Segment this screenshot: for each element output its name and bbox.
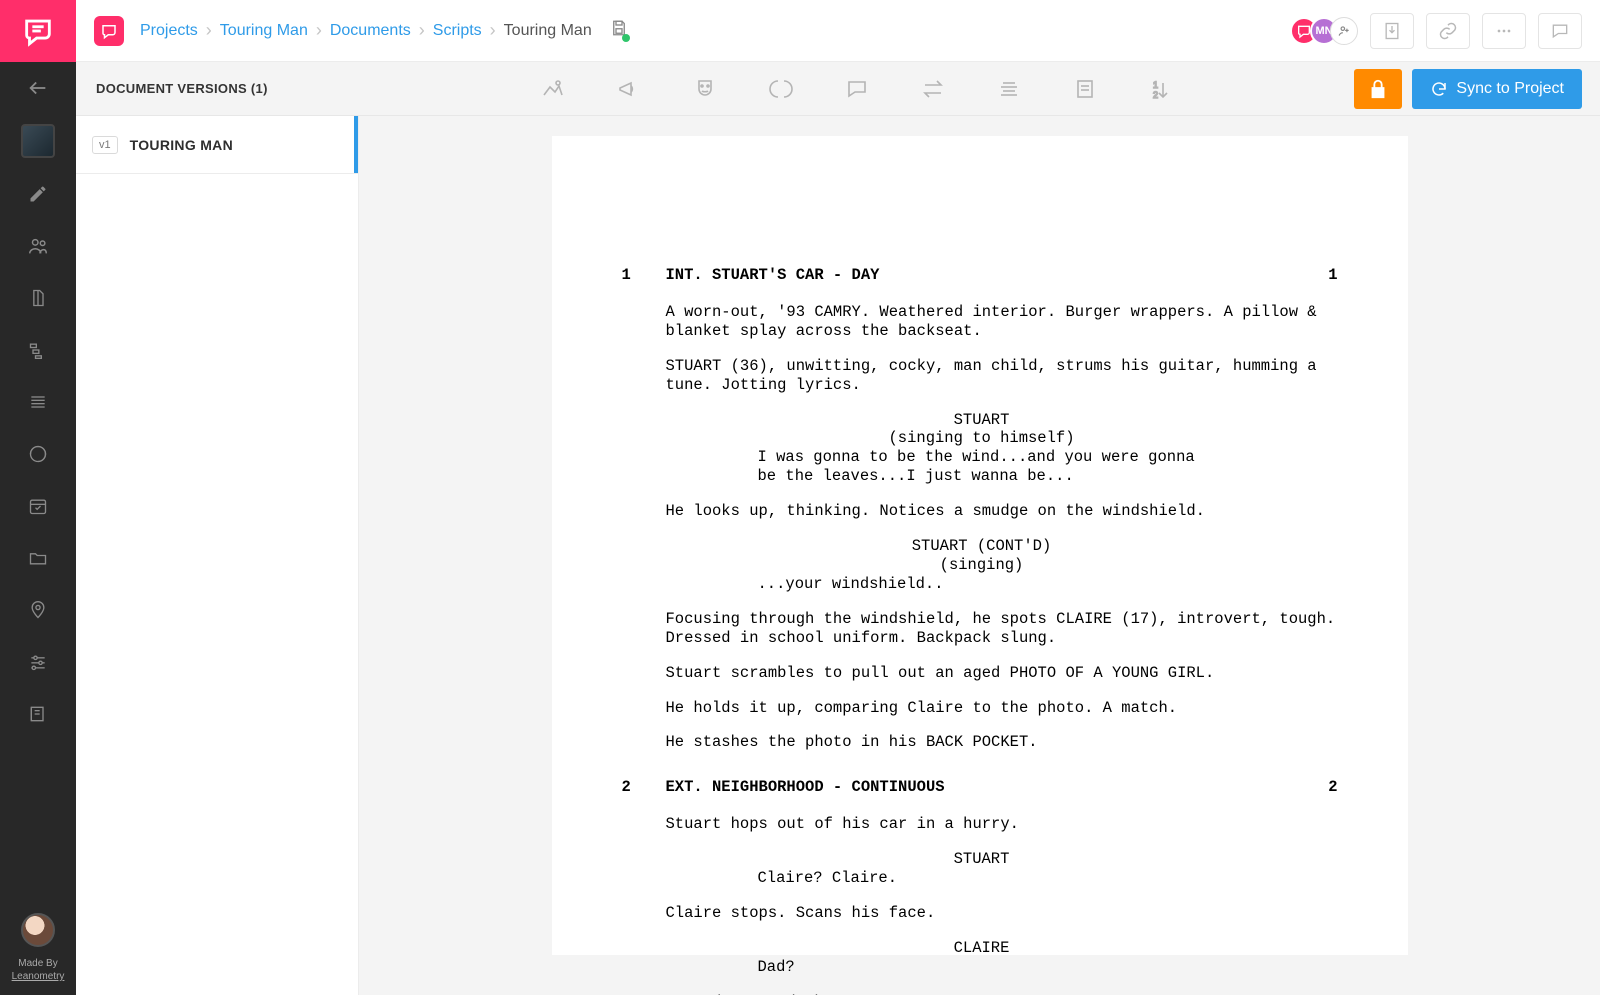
scene-heading: 2EXT. NEIGHBORHOOD - CONTINUOUS2 bbox=[622, 778, 1338, 797]
scene-number-right: 1 bbox=[1308, 266, 1338, 285]
nav-calendar[interactable] bbox=[0, 480, 76, 532]
nav-people[interactable] bbox=[0, 220, 76, 272]
nav-files[interactable] bbox=[0, 532, 76, 584]
character-cue: STUART bbox=[786, 411, 1178, 430]
version-item[interactable]: v1 TOURING MAN bbox=[76, 116, 358, 174]
left-nav-rail: Made By Leanometry bbox=[0, 0, 76, 995]
dialogue-block: STUART (CONT'D)(singing)...your windshie… bbox=[666, 537, 1338, 594]
nav-settings[interactable] bbox=[0, 636, 76, 688]
save-status-icon bbox=[610, 19, 628, 42]
scene: 2EXT. NEIGHBORHOOD - CONTINUOUS2Stuart h… bbox=[622, 778, 1338, 995]
svg-text:2: 2 bbox=[1153, 90, 1158, 100]
breadcrumb-current: Touring Man bbox=[504, 22, 592, 40]
dialogue-block: CLAIREDad? bbox=[666, 939, 1338, 977]
svg-text:1: 1 bbox=[1153, 80, 1158, 90]
tool-text-align[interactable] bbox=[994, 74, 1024, 104]
parenthetical: (singing to himself) bbox=[786, 429, 1178, 448]
more-button[interactable] bbox=[1482, 13, 1526, 49]
dialogue-text: ...your windshield.. bbox=[758, 575, 1208, 594]
script-page: 1INT. STUART'S CAR - DAY1A worn-out, '93… bbox=[552, 136, 1408, 955]
parenthetical: (singing) bbox=[786, 556, 1178, 575]
action-block: STUART (36), unwitting, cocky, man child… bbox=[666, 357, 1338, 395]
chevron-right-icon: › bbox=[490, 20, 496, 41]
dialogue-text: I was gonna to be the wind...and you wer… bbox=[758, 448, 1208, 486]
scene-number-left: 2 bbox=[622, 778, 666, 797]
action-block: A worn-out, '93 CAMRY. Weathered interio… bbox=[666, 303, 1338, 341]
version-name: TOURING MAN bbox=[130, 137, 233, 153]
tool-scene-image[interactable] bbox=[538, 74, 568, 104]
action-block: He holds it up, comparing Claire to the … bbox=[666, 699, 1338, 718]
sync-to-project-button[interactable]: Sync to Project bbox=[1412, 69, 1582, 109]
share-link-button[interactable] bbox=[1426, 13, 1470, 49]
nav-contacts[interactable] bbox=[0, 688, 76, 740]
nav-documents[interactable] bbox=[0, 272, 76, 324]
tool-dialogue[interactable] bbox=[842, 74, 872, 104]
versions-panel-title: DOCUMENT VERSIONS (1) bbox=[76, 81, 359, 96]
breadcrumb-link-documents[interactable]: Documents bbox=[330, 22, 411, 40]
breadcrumb-link-projects[interactable]: Projects bbox=[140, 22, 198, 40]
presence-stack: MN bbox=[1298, 17, 1358, 45]
action-block: He stashes the photo in his BACK POCKET. bbox=[666, 733, 1338, 752]
action-block: Stuart hops out of his car in a hurry. bbox=[666, 815, 1338, 834]
user-avatar[interactable] bbox=[21, 913, 55, 947]
top-bar: Projects › Touring Man › Documents › Scr… bbox=[76, 0, 1600, 62]
action-block: Claire stops. Scans his face. bbox=[666, 904, 1338, 923]
tool-announce[interactable] bbox=[614, 74, 644, 104]
presence-add-user[interactable] bbox=[1330, 17, 1358, 45]
tool-transition[interactable] bbox=[918, 74, 948, 104]
nav-edit[interactable] bbox=[0, 168, 76, 220]
scene-slug: INT. STUART'S CAR - DAY bbox=[666, 266, 1308, 285]
breadcrumb-link-scripts[interactable]: Scripts bbox=[433, 22, 482, 40]
app-logo[interactable] bbox=[0, 0, 76, 62]
versions-panel: v1 TOURING MAN bbox=[76, 116, 359, 995]
tool-character-mask[interactable] bbox=[690, 74, 720, 104]
nav-shotlist[interactable] bbox=[0, 428, 76, 480]
sync-button-label: Sync to Project bbox=[1456, 80, 1564, 98]
scene-number-right: 2 bbox=[1308, 778, 1338, 797]
character-cue: STUART (CONT'D) bbox=[786, 537, 1178, 556]
dialogue-text: Dad? bbox=[758, 958, 1208, 977]
dialogue-block: STUARTClaire? Claire. bbox=[666, 850, 1338, 888]
document-viewport[interactable]: 1INT. STUART'S CAR - DAY1A worn-out, '93… bbox=[359, 116, 1600, 995]
action-block: Focusing through the windshield, he spot… bbox=[666, 610, 1338, 648]
tool-parenthetical[interactable] bbox=[766, 74, 796, 104]
character-cue: CLAIRE bbox=[786, 939, 1178, 958]
action-block: Stuart scrambles to pull out an aged PHO… bbox=[666, 664, 1338, 683]
scene-slug: EXT. NEIGHBORHOOD - CONTINUOUS bbox=[666, 778, 1308, 797]
character-cue: STUART bbox=[786, 850, 1178, 869]
project-icon[interactable] bbox=[94, 16, 124, 46]
breadcrumb: Projects › Touring Man › Documents › Scr… bbox=[140, 20, 592, 41]
comments-button[interactable] bbox=[1538, 13, 1582, 49]
chevron-right-icon: › bbox=[206, 20, 212, 41]
scene-heading: 1INT. STUART'S CAR - DAY1 bbox=[622, 266, 1338, 285]
chevron-right-icon: › bbox=[419, 20, 425, 41]
dialogue-text: Claire? Claire. bbox=[758, 869, 1208, 888]
scene: 1INT. STUART'S CAR - DAY1A worn-out, '93… bbox=[622, 266, 1338, 752]
lock-button[interactable] bbox=[1354, 69, 1402, 109]
action-block: He looks up, thinking. Notices a smudge … bbox=[666, 502, 1338, 521]
download-button[interactable] bbox=[1370, 13, 1414, 49]
chevron-right-icon: › bbox=[316, 20, 322, 41]
nav-project-thumb[interactable] bbox=[0, 114, 76, 168]
scene-number-left: 1 bbox=[622, 266, 666, 285]
nav-reports[interactable] bbox=[0, 376, 76, 428]
editor-toolbar: DOCUMENT VERSIONS (1) 12 Sync to Project bbox=[76, 62, 1600, 116]
dialogue-block: STUART(singing to himself)I was gonna to… bbox=[666, 411, 1338, 487]
nav-locations[interactable] bbox=[0, 584, 76, 636]
nav-breakdown[interactable] bbox=[0, 324, 76, 376]
nav-back[interactable] bbox=[0, 62, 76, 114]
breadcrumb-link-project[interactable]: Touring Man bbox=[220, 22, 308, 40]
tool-scene-numbers[interactable]: 12 bbox=[1146, 74, 1176, 104]
credit: Made By Leanometry bbox=[12, 957, 65, 995]
version-badge: v1 bbox=[92, 136, 118, 154]
tool-notes[interactable] bbox=[1070, 74, 1100, 104]
